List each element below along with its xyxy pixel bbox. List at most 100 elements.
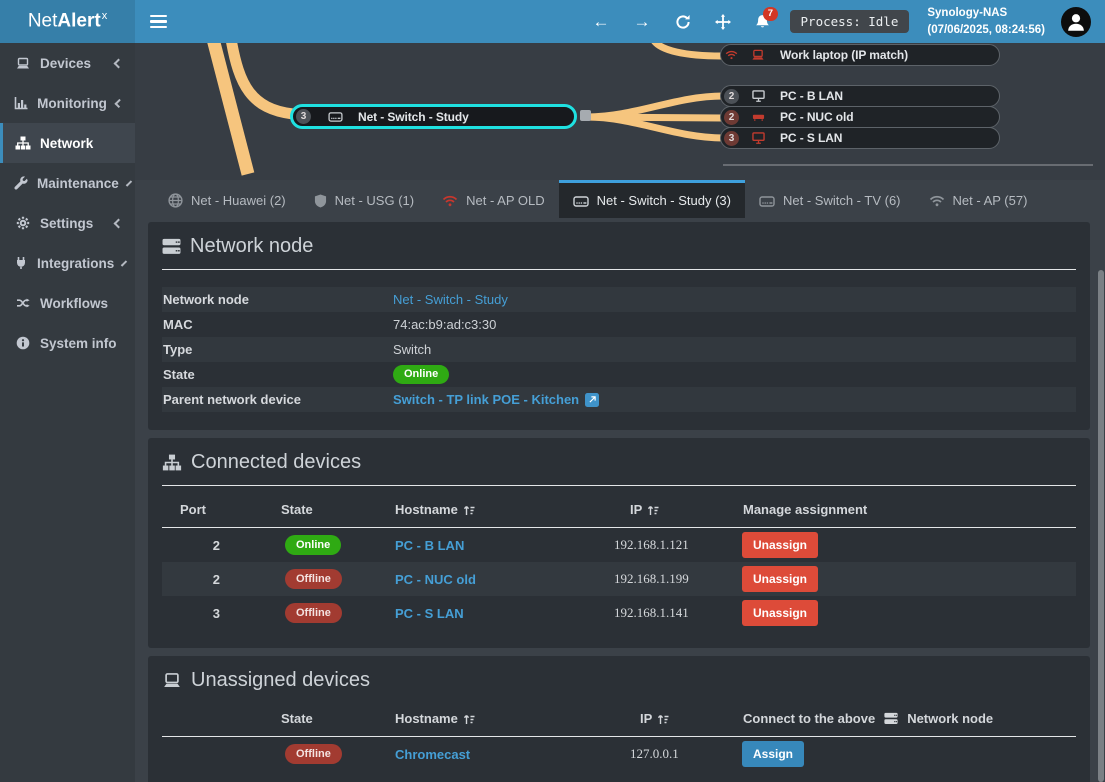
status-badge: Offline (285, 744, 342, 763)
sidebar-item-workflows[interactable]: Workflows (0, 283, 135, 323)
sidebar-item-monitoring[interactable]: Monitoring (0, 83, 135, 123)
cell-ip: 192.168.1.121 (600, 537, 730, 553)
notification-count-badge: 7 (763, 7, 777, 21)
external-link-icon[interactable] (585, 393, 599, 407)
connected-devices-card: Connected devices Port State Hostname IP… (148, 438, 1090, 648)
node-collapse-handle[interactable] (580, 110, 591, 121)
status-badge: Offline (285, 569, 342, 588)
device-link[interactable]: Chromecast (395, 747, 470, 762)
topology-node-pc-nuc-old[interactable]: 2 PC - NUC old (720, 106, 1000, 128)
sort-ip-header[interactable]: IP (600, 711, 730, 726)
tab-net-switch-tv[interactable]: Net - Switch - TV (6) (745, 180, 915, 218)
detail-row: Parent network device Switch - TP link P… (162, 387, 1076, 412)
connected-device-row: 3 Offline PC - S LAN 192.168.1.141 Unass… (162, 596, 1076, 630)
connected-devices-title: Connected devices (162, 438, 1076, 485)
sidebar-item-settings[interactable]: Settings (0, 203, 135, 243)
app-logo[interactable]: NetAlertx (0, 0, 135, 43)
cell-ip: 127.0.0.1 (600, 746, 730, 762)
topology-node-pc-s-lan[interactable]: 3 PC - S LAN (720, 127, 1000, 149)
mini-pc-icon (752, 113, 765, 122)
chevron-left-icon (114, 98, 123, 107)
tab-net-huawei[interactable]: Net - Huawei (2) (154, 180, 300, 218)
type-value: Switch (393, 342, 431, 357)
status-badge: Offline (285, 603, 342, 622)
tab-net-switch-study[interactable]: Net - Switch - Study (3) (559, 180, 745, 218)
host-timestamp: (07/06/2025, 08:24:56) (927, 22, 1045, 39)
node-port-badge: 2 (724, 110, 739, 125)
topology-node-pc-b-lan[interactable]: 2 PC - B LAN (720, 85, 1000, 107)
top-navbar: NetAlertx ← → 7 Process: Idle Synology-N… (0, 0, 1105, 43)
switch-icon (759, 195, 775, 207)
unassigned-devices-card: Unassigned devices State Hostname IP Con… (148, 656, 1090, 782)
chevron-left-icon (114, 58, 124, 68)
sort-hostname-header[interactable]: Hostname (380, 711, 600, 726)
connected-device-row: 2 Online PC - B LAN 192.168.1.121 Unassi… (162, 528, 1076, 562)
topology-node-work-laptop[interactable]: Work laptop (IP match) (720, 44, 1000, 66)
scrollbar-thumb[interactable] (1098, 270, 1104, 782)
unassigned-devices-title: Unassigned devices (162, 656, 1076, 703)
sidebar-nav: Devices Monitoring Network Maintenance S… (0, 43, 135, 782)
connected-table-header: Port State Hostname IP Manage assignment (162, 486, 1076, 527)
assign-button[interactable]: Assign (742, 741, 804, 767)
wifi-icon (725, 50, 738, 60)
switch-icon (573, 195, 589, 207)
unassign-button[interactable]: Unassign (742, 566, 818, 592)
cell-ip: 192.168.1.141 (600, 605, 730, 621)
wrench-icon (14, 176, 28, 190)
device-link[interactable]: PC - B LAN (395, 538, 464, 553)
desktop-icon (752, 90, 765, 102)
laptop-icon (14, 57, 31, 70)
cell-port: 2 (162, 572, 250, 587)
laptop-icon (751, 49, 765, 61)
unassign-button[interactable]: Unassign (742, 532, 818, 558)
network-node-link[interactable]: Net - Switch - Study (393, 292, 508, 307)
notifications-bell-icon[interactable]: 7 (755, 14, 770, 30)
topology-node-selected[interactable]: 3 Net - Switch - Study (290, 104, 577, 129)
network-topology-canvas[interactable]: 3 Net - Switch - Study Work laptop (IP m… (135, 43, 1105, 180)
device-link[interactable]: PC - NUC old (395, 572, 476, 587)
tab-net-ap[interactable]: Net - AP (57) (915, 180, 1042, 218)
sitemap-icon (162, 454, 182, 471)
sort-hostname-header[interactable]: Hostname (380, 502, 600, 517)
sort-icon (657, 713, 670, 725)
parent-device-link[interactable]: Switch - TP link POE - Kitchen (393, 392, 579, 407)
server-icon (884, 712, 898, 725)
sidebar-item-system-info[interactable]: System info (0, 323, 135, 363)
back-arrow-icon[interactable]: ← (593, 13, 610, 30)
wifi-icon (442, 195, 458, 207)
device-link[interactable]: PC - S LAN (395, 606, 464, 621)
sidebar-item-maintenance[interactable]: Maintenance (0, 163, 135, 203)
sort-ip-header[interactable]: IP (600, 502, 730, 517)
mac-value: 74:ac:b9:ad:c3:30 (393, 317, 496, 332)
refresh-icon[interactable] (675, 14, 691, 30)
forward-arrow-icon[interactable]: → (634, 13, 651, 30)
status-badge: Online (285, 535, 341, 554)
detail-row: Network node Net - Switch - Study (162, 287, 1076, 312)
user-avatar[interactable] (1061, 7, 1091, 37)
unassign-button[interactable]: Unassign (742, 600, 818, 626)
chart-icon (14, 96, 28, 110)
tab-net-ap-old[interactable]: Net - AP OLD (428, 180, 559, 218)
detail-row: MAC 74:ac:b9:ad:c3:30 (162, 312, 1076, 337)
shuffle-icon (14, 296, 31, 310)
sidebar-item-network[interactable]: Network (0, 123, 135, 163)
network-node-details: Network node Net - Switch - Study MAC 74… (162, 287, 1076, 412)
plug-icon (14, 256, 28, 270)
fullscreen-move-icon[interactable] (715, 14, 731, 30)
sidebar-toggle-button[interactable] (135, 0, 181, 43)
host-info: Synology-NAS (07/06/2025, 08:24:56) (927, 5, 1045, 38)
chevron-left-icon (114, 218, 124, 228)
gear-icon (14, 216, 31, 230)
shield-icon (314, 194, 327, 208)
host-name: Synology-NAS (927, 5, 1045, 22)
sidebar-item-devices[interactable]: Devices (0, 43, 135, 83)
cell-port: 2 (162, 538, 250, 553)
wifi-icon (929, 195, 945, 207)
node-port-badge: 2 (724, 89, 739, 104)
cell-port: 3 (162, 606, 250, 621)
sidebar-item-integrations[interactable]: Integrations (0, 243, 135, 283)
detail-row: State Online (162, 362, 1076, 387)
detail-row: Type Switch (162, 337, 1076, 362)
connected-device-row: 2 Offline PC - NUC old 192.168.1.199 Una… (162, 562, 1076, 596)
tab-net-usg[interactable]: Net - USG (1) (300, 180, 428, 218)
